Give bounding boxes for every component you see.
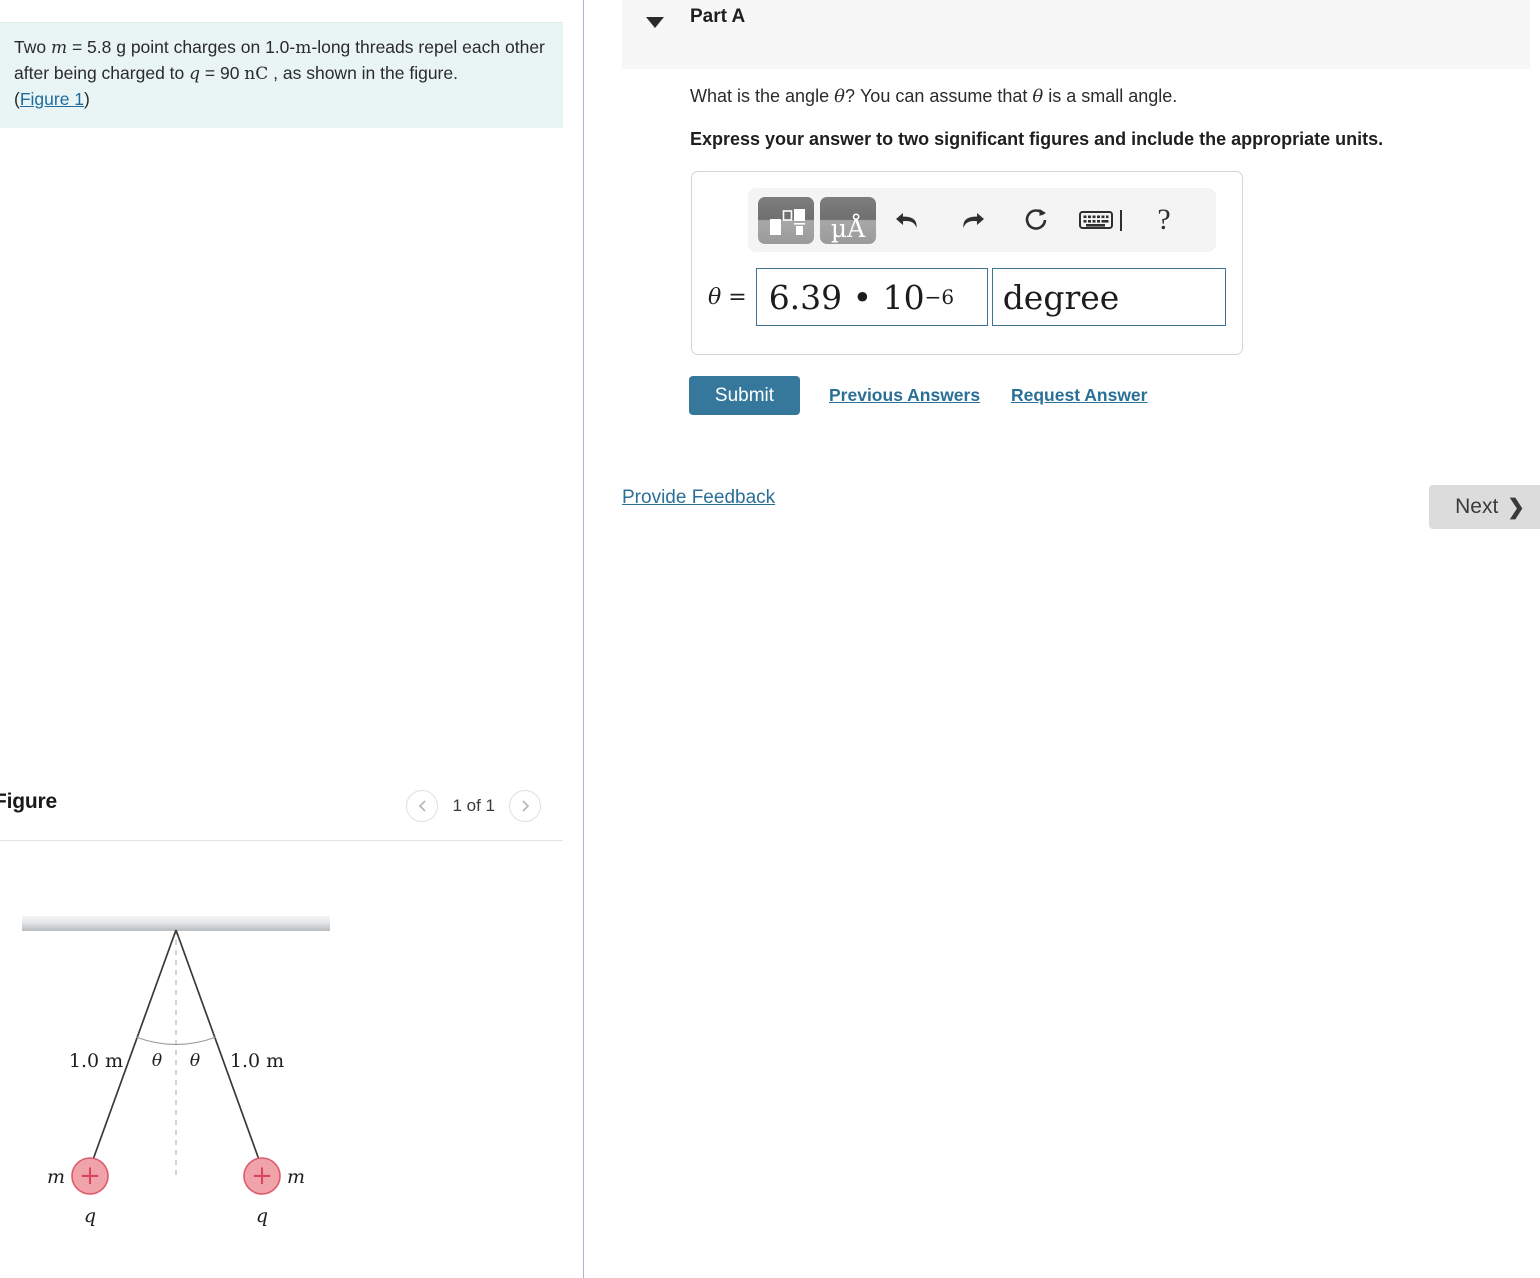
variable-m: m: [50, 38, 68, 58]
answer-prefix-equals: =: [721, 284, 747, 310]
units-micro-angstrom-icon: µÅ: [831, 213, 866, 243]
math-template-button[interactable]: [758, 196, 814, 244]
answer-value-exponent: −6: [924, 285, 955, 309]
keyboard-icon: [1078, 211, 1113, 229]
figure-1-link[interactable]: Figure 1: [20, 89, 84, 109]
text-cursor-icon: [1119, 209, 1122, 231]
units-button[interactable]: µÅ: [820, 196, 876, 244]
question-part-2: ? You can assume that: [844, 86, 1033, 106]
reset-icon: [1025, 209, 1047, 230]
figure-panel-header: Figure 1 of 1: [0, 784, 563, 842]
submit-button[interactable]: Submit: [689, 376, 800, 415]
right-mass-label: m: [287, 1166, 305, 1188]
left-length-label: 1.0 m: [69, 1050, 123, 1072]
problem-statement-box: Two m = 5.8 g point charges on 1.0-m-lon…: [0, 22, 563, 128]
ceiling-bar: [22, 916, 330, 931]
request-answer-link[interactable]: Request Answer: [1011, 385, 1147, 406]
next-button-label: Next: [1455, 495, 1499, 518]
problem-statement-text: Two m = 5.8 g point charges on 1.0-m-lon…: [14, 35, 545, 87]
svg-text:µÅ: µÅ: [831, 213, 866, 243]
answer-prefix-variable: θ: [708, 284, 722, 310]
provide-feedback-link[interactable]: Provide Feedback: [622, 487, 775, 509]
right-charge-plus: +: [251, 1161, 273, 1191]
redo-icon: [963, 213, 984, 228]
answer-input-row: θ = 6.39 • 10 −6 degree: [708, 268, 1226, 326]
panel-divider: [583, 0, 584, 1278]
figure-diagram: θ θ 1.0 m 1.0 m + m q + m q: [0, 880, 563, 1260]
pendulum-charges-svg: θ θ 1.0 m 1.0 m + m q + m q: [22, 916, 330, 1227]
question-part-1: What is the angle: [690, 86, 835, 106]
chevron-right-icon: ❯: [1507, 495, 1525, 519]
right-charge-label: q: [256, 1205, 268, 1227]
left-mass-label: m: [47, 1166, 65, 1188]
question-theta-2: θ: [1032, 86, 1044, 107]
statement-part-7: shown in the figure.: [306, 63, 458, 83]
help-label: ?: [1157, 203, 1171, 236]
statement-part-3: -long threads: [311, 37, 414, 57]
redo-button[interactable]: [940, 197, 1004, 243]
answer-value-mantissa: 6.39 • 10: [768, 277, 925, 317]
angle-label-right: θ: [190, 1051, 200, 1071]
chevron-right-icon: [521, 800, 529, 812]
help-button[interactable]: ?: [1132, 197, 1196, 243]
problem-page: Two m = 5.8 g point charges on 1.0-m-lon…: [0, 0, 1540, 1278]
question-part-3: is a small angle.: [1043, 86, 1178, 106]
angle-label-left: θ: [152, 1051, 162, 1071]
question-text: What is the angle θ? You can assume that…: [690, 86, 1177, 107]
math-template-icon: [770, 208, 805, 235]
figure-pager: 1 of 1: [406, 790, 541, 822]
statement-part-6: , as: [268, 63, 302, 83]
left-panel: Two m = 5.8 g point charges on 1.0-m-lon…: [0, 0, 583, 1278]
unit-meter: m: [295, 38, 312, 58]
right-thread: [175, 929, 263, 1169]
paren-close: ): [84, 89, 90, 109]
right-length-label: 1.0 m: [230, 1050, 284, 1072]
figure-header-divider: [0, 840, 563, 841]
statement-part-2: = 5.8 g point charges on 1.0-: [67, 37, 296, 57]
variable-q: q: [189, 64, 201, 84]
reset-button[interactable]: [1004, 197, 1068, 243]
answer-unit-value: degree: [1002, 277, 1120, 317]
previous-answers-link[interactable]: Previous Answers: [829, 385, 980, 406]
statement-part-1: Two: [14, 37, 51, 57]
unit-nanocoulomb: nC: [244, 64, 269, 84]
math-toolbar: µÅ ?: [748, 188, 1216, 252]
answer-unit-input[interactable]: degree: [991, 268, 1226, 326]
answer-prefix: θ =: [708, 285, 747, 310]
keyboard-button[interactable]: [1068, 197, 1132, 243]
left-charge-plus: +: [79, 1161, 101, 1191]
undo-icon: [896, 213, 917, 228]
figure-panel-title: Figure: [0, 790, 57, 813]
statement-part-5: = 90: [200, 63, 245, 83]
next-button[interactable]: Next ❯: [1429, 485, 1540, 529]
chevron-left-icon: [418, 800, 426, 812]
figure-prev-button[interactable]: [406, 790, 439, 822]
undo-button[interactable]: [876, 197, 940, 243]
question-theta-1: θ: [834, 86, 845, 107]
left-charge-label: q: [84, 1205, 96, 1227]
figure-next-button[interactable]: [509, 790, 541, 822]
answer-entry-card: µÅ ? θ = 6.39 • 10 −6 degree: [691, 171, 1243, 355]
part-a-label: Part A: [690, 6, 746, 27]
figure-reference: (Figure 1): [14, 89, 545, 110]
part-a-header: Part A: [622, 0, 1530, 69]
left-thread: [89, 929, 177, 1169]
answer-instruction: Express your answer to two significant f…: [690, 129, 1384, 149]
answer-value-input[interactable]: 6.39 • 10 −6: [755, 268, 988, 326]
caret-down-icon[interactable]: [646, 17, 664, 28]
figure-page-count: 1 of 1: [452, 796, 495, 815]
